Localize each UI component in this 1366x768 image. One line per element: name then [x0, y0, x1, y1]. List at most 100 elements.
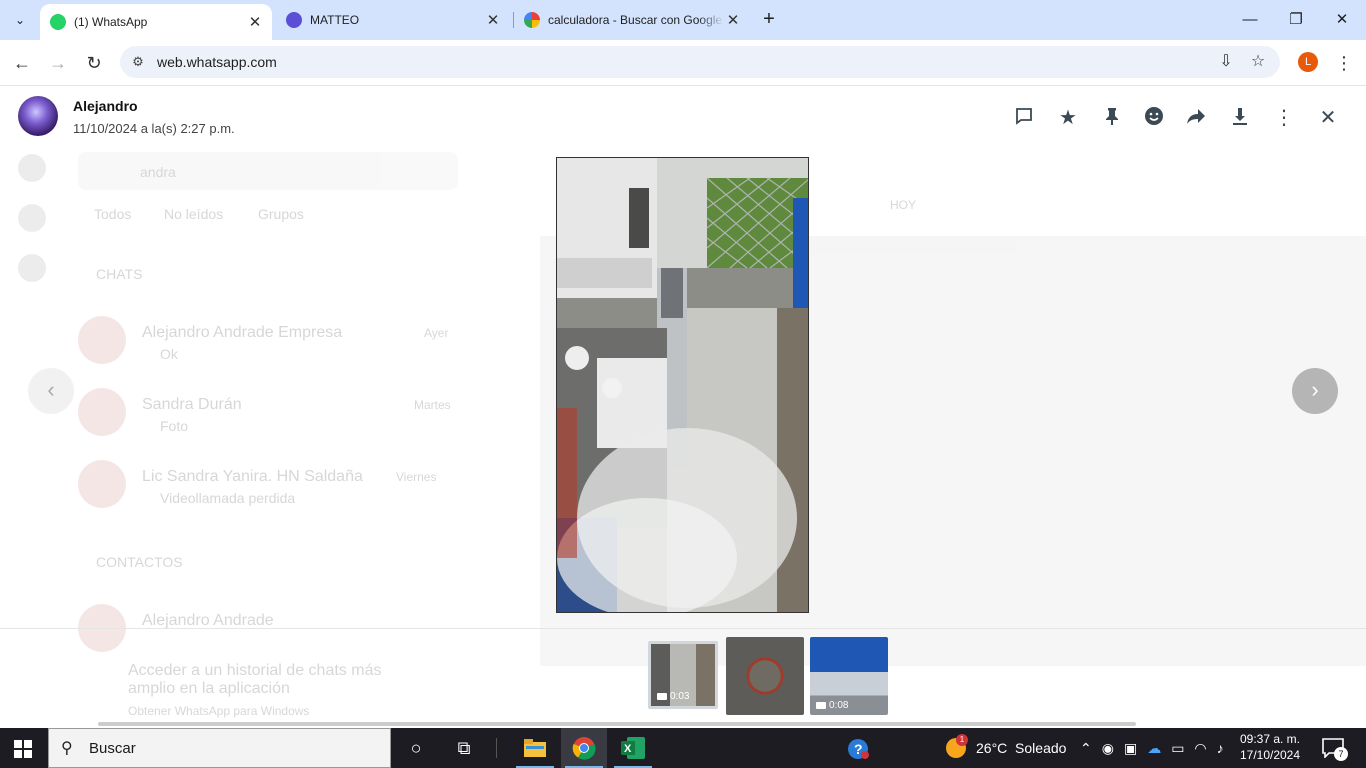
excel-taskbar-icon[interactable]: X: [610, 728, 656, 768]
search-icon: ⚲: [61, 740, 73, 757]
windows-taskbar: ⚲ Buscar ○ ⧉ X ? 1 26°C Soleado ⌃ ◉ ▣ ☁ …: [0, 728, 1366, 768]
filter-groups: Grupos: [258, 206, 304, 222]
chat-name: Alejandro Andrade Empresa: [142, 324, 343, 341]
communities-icon: [18, 254, 46, 282]
notification-count: 7: [1334, 747, 1348, 761]
avatar: [78, 460, 126, 508]
star-icon[interactable]: ★: [1056, 106, 1080, 130]
media-video[interactable]: [556, 157, 809, 613]
clock-date: 17/10/2024: [1239, 748, 1301, 762]
task-view-icon[interactable]: ⧉: [452, 736, 476, 760]
whatsapp-app: andra Todos No leídos Grupos CHATS Aleja…: [0, 86, 1366, 728]
close-icon[interactable]: ✕: [1316, 106, 1340, 130]
message-timestamp: 11/10/2024 a la(s) 2:27 p.m.: [73, 121, 235, 136]
promo-title: Acceder a un historial de chats más ampl…: [128, 662, 382, 697]
close-window-icon[interactable]: ✕: [1330, 8, 1354, 32]
volume-icon[interactable]: ♪: [1217, 740, 1224, 756]
svg-text:X: X: [624, 743, 632, 755]
whatsapp-favicon-icon: [50, 14, 66, 30]
media-thumbnail[interactable]: [726, 637, 804, 715]
taskbar-search[interactable]: ⚲ Buscar: [48, 728, 391, 768]
tab-calculadora[interactable]: calculadora - Buscar con Google ✕: [514, 0, 750, 40]
tab-search-dropdown[interactable]: ⌄: [8, 8, 32, 32]
browser-toolbar: ← → ↻ ⚙ web.whatsapp.com ⇩ ☆ L ⋮: [0, 40, 1366, 86]
browser-menu-icon[interactable]: ⋮: [1334, 51, 1354, 75]
reply-icon[interactable]: [1012, 106, 1036, 130]
help-icon[interactable]: ?: [846, 737, 870, 761]
pin-icon[interactable]: [1100, 106, 1124, 130]
channels-icon: [18, 204, 46, 232]
close-tab-icon[interactable]: ✕: [724, 11, 742, 29]
meet-icon[interactable]: ▣: [1124, 740, 1137, 757]
more-icon[interactable]: ⋮: [1272, 106, 1296, 130]
download-icon[interactable]: [1228, 106, 1252, 130]
chat-preview: Videollamada perdida: [160, 490, 296, 506]
media-thumbnail[interactable]: 0:08: [810, 637, 888, 715]
tab-title: (1) WhatsApp: [74, 15, 148, 29]
clock-time: 09:37 a. m.: [1239, 732, 1301, 746]
restore-icon[interactable]: ❐: [1284, 8, 1308, 32]
date-chip: HOY: [890, 198, 917, 212]
matteo-favicon-icon: [286, 12, 302, 28]
install-app-icon[interactable]: ⇩: [1216, 52, 1236, 72]
chat-preview: Ok: [160, 346, 178, 362]
back-icon[interactable]: ←: [10, 51, 34, 75]
profile-avatar[interactable]: L: [1298, 52, 1318, 72]
chat-name: Lic Sandra Yanira. HN Saldaña: [142, 468, 363, 485]
close-tab-icon[interactable]: ✕: [246, 13, 264, 31]
chrome-taskbar-icon[interactable]: [561, 728, 607, 768]
filter-unread: No leídos: [164, 206, 224, 222]
video-camera-icon: [657, 693, 667, 700]
tab-title: calculadora - Buscar con Google: [548, 13, 723, 27]
weather-widget[interactable]: 1 26°C Soleado: [946, 728, 1066, 768]
react-icon[interactable]: [1142, 106, 1166, 130]
sender-avatar[interactable]: [18, 96, 58, 136]
notifications-icon[interactable]: 7: [1322, 738, 1348, 761]
chat-time: Viernes: [396, 470, 437, 484]
chat-name: Sandra Durán: [142, 396, 242, 413]
thumbnail-separator: [0, 628, 1366, 629]
forward-icon[interactable]: [1184, 106, 1208, 130]
url-text[interactable]: web.whatsapp.com: [157, 54, 277, 70]
minimize-icon[interactable]: —: [1238, 8, 1262, 32]
tab-title: MATTEO: [310, 13, 360, 27]
address-bar[interactable]: ⚙ web.whatsapp.com ⇩ ☆: [120, 46, 1280, 78]
wifi-icon[interactable]: ◠: [1194, 740, 1206, 757]
google-favicon-icon: [524, 12, 540, 28]
file-explorer-icon[interactable]: [512, 728, 558, 768]
onedrive-icon[interactable]: ☁: [1147, 740, 1161, 757]
bookmark-star-icon[interactable]: ☆: [1248, 52, 1268, 72]
sun-icon: 1: [946, 734, 968, 758]
chat-time: Ayer: [424, 326, 449, 340]
video-camera-icon: [816, 702, 826, 709]
media-viewer-header: Alejandro 11/10/2024 a la(s) 2:27 p.m. ★…: [0, 86, 1366, 146]
battery-icon[interactable]: ▭: [1171, 740, 1184, 757]
next-media-button[interactable]: ›: [1292, 368, 1338, 414]
site-info-icon[interactable]: ⚙: [130, 54, 146, 70]
weather-badge: 1: [956, 734, 968, 746]
status-icon: [18, 154, 46, 182]
chat-time: Martes: [414, 398, 451, 412]
filter-all: Todos: [94, 206, 132, 222]
promo-sub: Obtener WhatsApp para Windows: [128, 704, 310, 718]
close-tab-icon[interactable]: ✕: [484, 11, 502, 29]
tab-whatsapp[interactable]: (1) WhatsApp ✕: [40, 4, 272, 40]
previous-media-button[interactable]: ‹: [28, 368, 74, 414]
reload-icon[interactable]: ↻: [82, 51, 106, 75]
tray-chevron-icon[interactable]: ⌃: [1080, 740, 1092, 757]
promo-banner: Acceder a un historial de chats más ampl…: [78, 662, 478, 722]
search-placeholder: Buscar: [89, 739, 136, 757]
search-input: [78, 152, 458, 190]
chat-preview: Foto: [160, 418, 189, 434]
media-thumbnail[interactable]: 0:03: [648, 641, 718, 709]
sender-name: Alejandro: [73, 98, 138, 114]
thumb-duration: 0:03: [657, 691, 689, 702]
cortana-icon[interactable]: ○: [404, 736, 428, 760]
horizontal-scrollbar[interactable]: [98, 722, 1136, 726]
taskbar-clock[interactable]: 09:37 a. m. 17/10/2024: [1238, 731, 1302, 763]
windows-start-icon[interactable]: [14, 740, 32, 758]
tab-matteo[interactable]: MATTEO ✕: [276, 0, 510, 40]
record-icon[interactable]: ◉: [1102, 740, 1114, 757]
forward-icon[interactable]: →: [46, 51, 70, 75]
new-tab-icon[interactable]: +: [758, 8, 780, 32]
